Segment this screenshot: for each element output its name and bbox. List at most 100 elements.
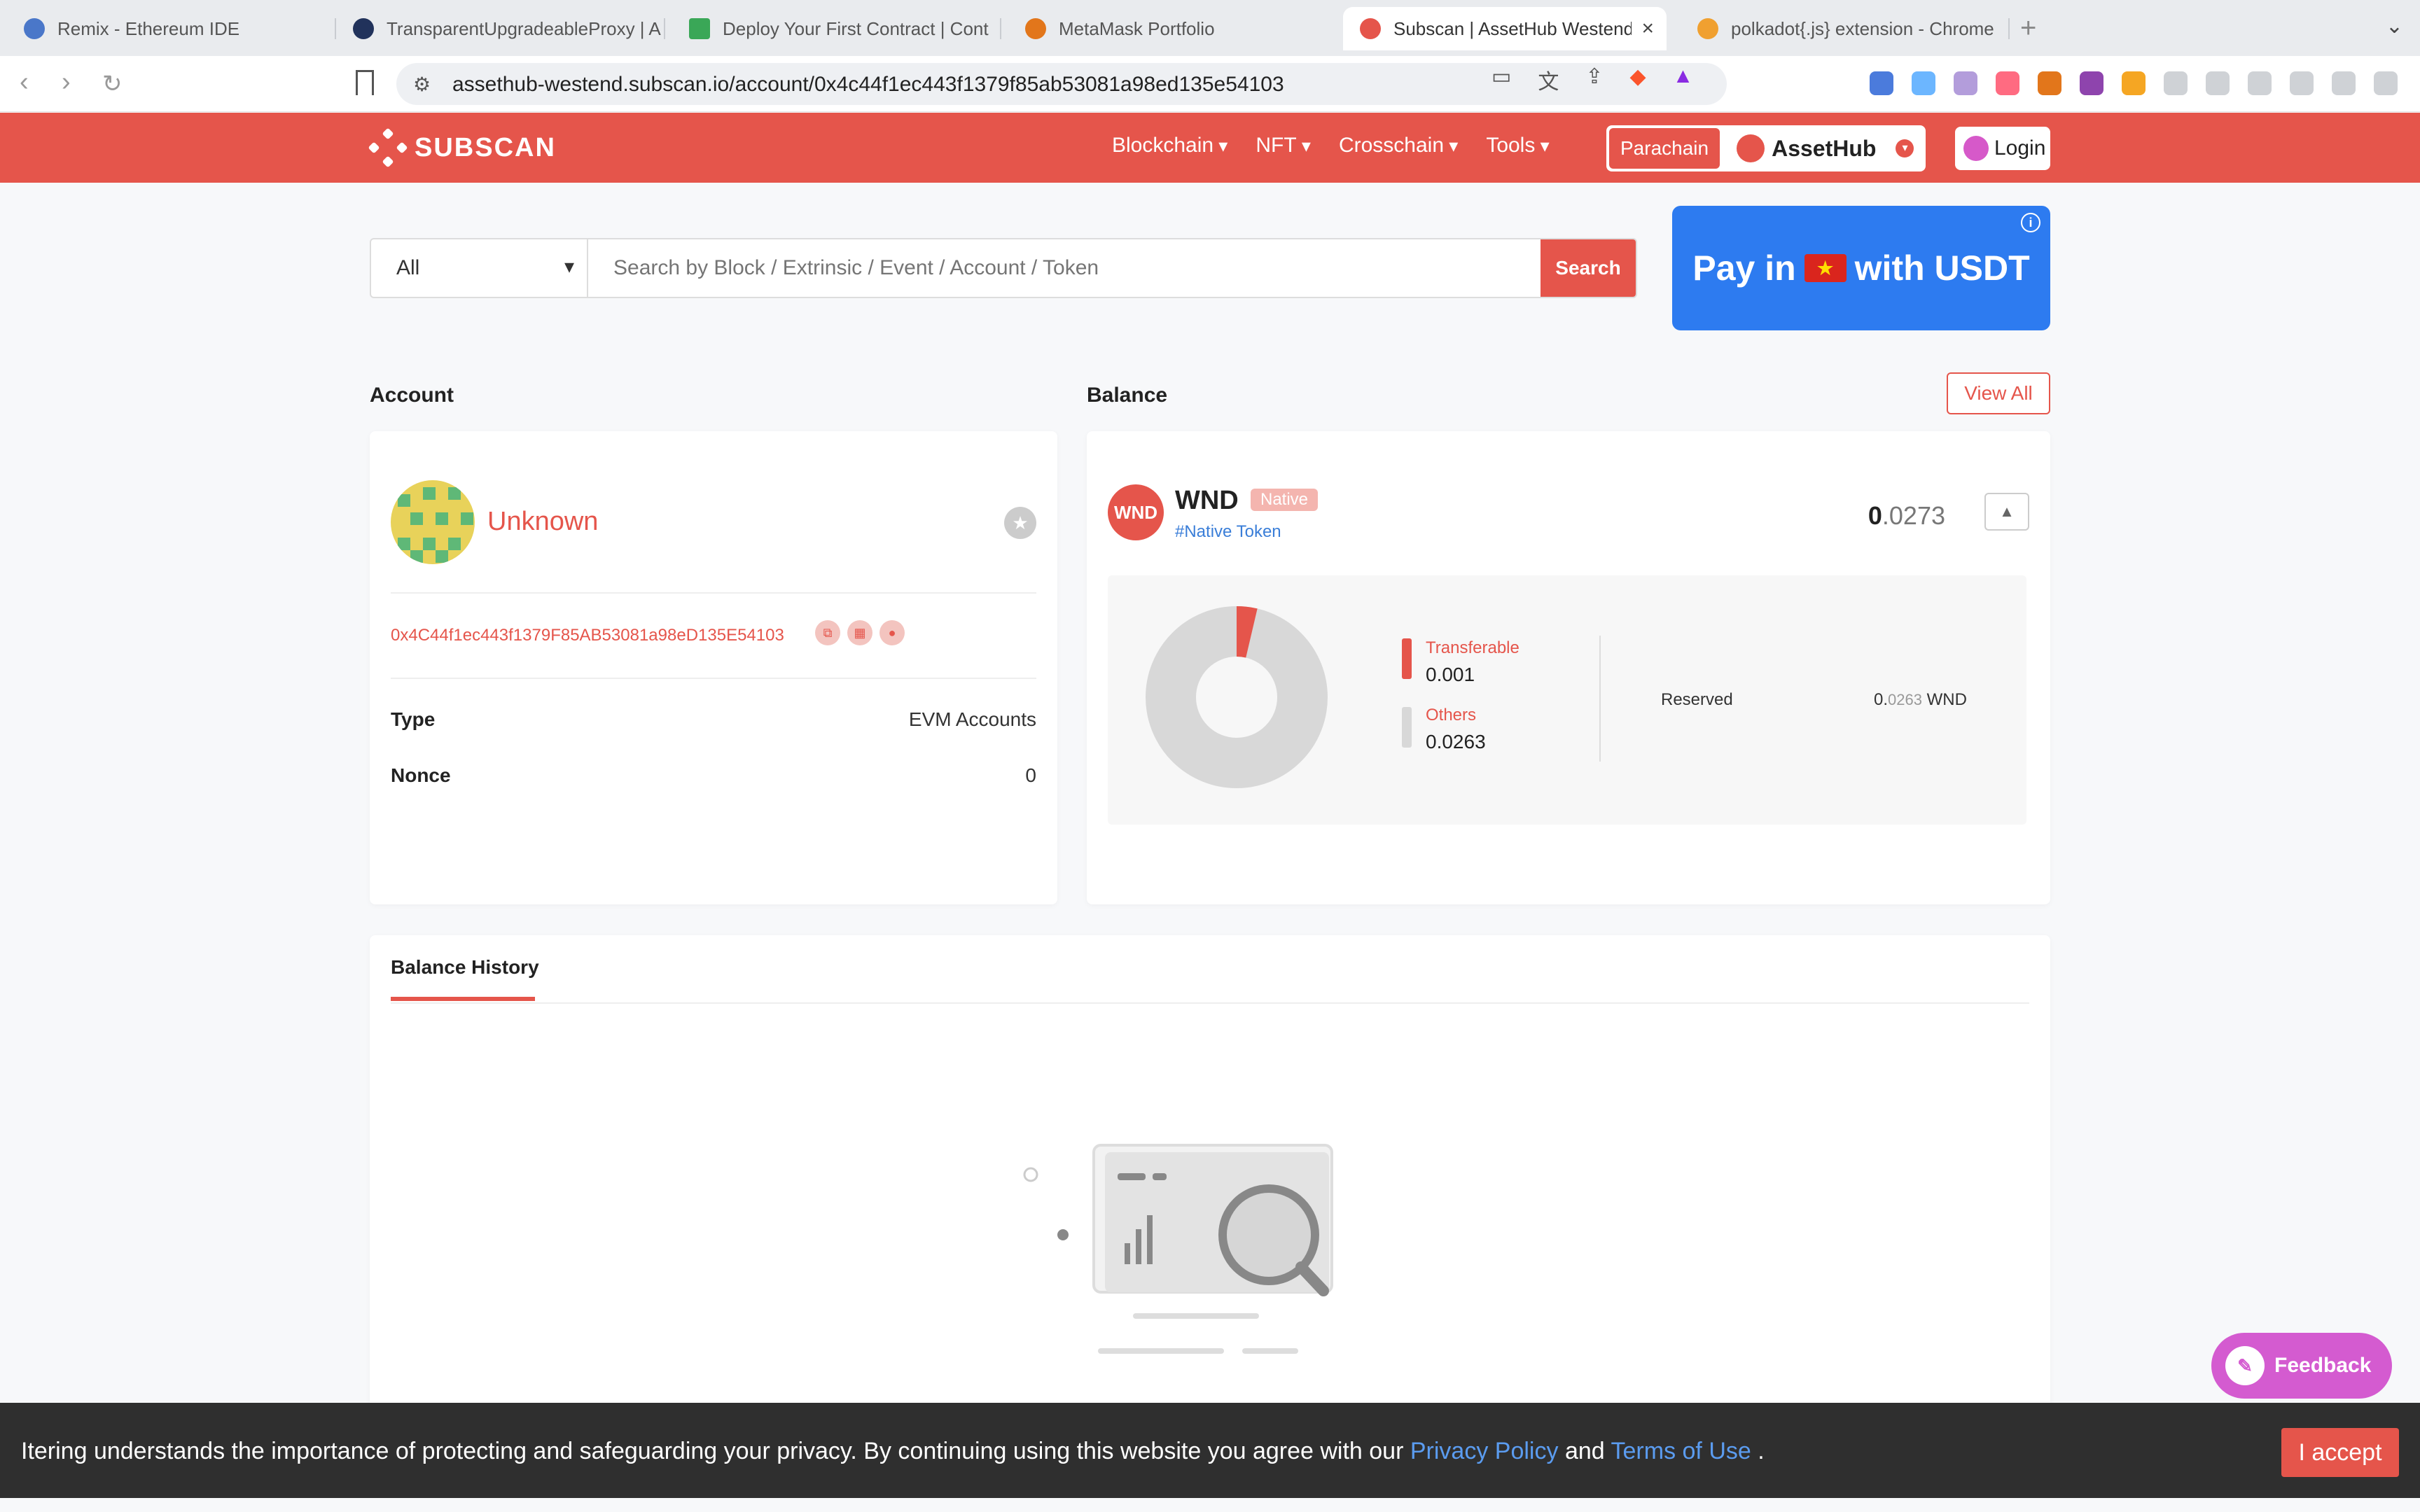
account-identicon: [391, 480, 475, 564]
tab-title: MetaMask Portfolio: [1059, 18, 1215, 39]
privacy-policy-link[interactable]: Privacy Policy: [1410, 1438, 1559, 1464]
cast-icon[interactable]: ▭: [1491, 64, 1511, 95]
info-icon[interactable]: i: [2021, 213, 2040, 232]
pencil-icon: ✎: [2225, 1346, 2265, 1385]
site-info-icon[interactable]: ⚙: [413, 73, 431, 96]
search-bar: All Search: [370, 238, 1637, 298]
menu-icon[interactable]: [2374, 71, 2398, 95]
search-button[interactable]: Search: [1541, 239, 1636, 297]
extension-icon[interactable]: [1996, 71, 2019, 95]
reserved-int: 0.: [1874, 690, 1889, 709]
ad-text-before: Pay in: [1692, 248, 1796, 288]
browser-tab-polkadot[interactable]: polkadot{.js} extension - Chrome: [1681, 7, 2010, 50]
wallet-icon[interactable]: [2248, 71, 2272, 95]
reload-icon[interactable]: ↻: [102, 70, 123, 98]
polkadot-extension-icon[interactable]: [2122, 71, 2146, 95]
metamask-extension-icon[interactable]: [2038, 71, 2061, 95]
donut-transferable-slice: [1235, 606, 1258, 658]
profile-icon[interactable]: ●: [879, 620, 905, 645]
tab-title: Deploy Your First Contract | Cont: [723, 18, 989, 39]
browser-tab-proxy[interactable]: TransparentUpgradeableProxy | A: [336, 7, 665, 50]
account-address[interactable]: 0x4C44f1ec443f1379F85AB53081a98eD135E541…: [391, 626, 784, 645]
forward-icon[interactable]: ›: [62, 67, 71, 97]
translate-icon[interactable]: 文: [1538, 64, 1559, 95]
nav-nft[interactable]: NFT: [1256, 134, 1311, 158]
feedback-label: Feedback: [2274, 1354, 2372, 1377]
brave-rewards-icon[interactable]: ▲: [1673, 64, 1694, 95]
back-icon[interactable]: ‹: [20, 67, 29, 97]
qr-code-icon[interactable]: ▦: [847, 620, 872, 645]
etherscan-favicon-icon: [353, 18, 374, 39]
extension-icon[interactable]: [1954, 71, 1977, 95]
divider: [1599, 636, 1601, 762]
balance-total-frac: .0273: [1882, 501, 1945, 530]
type-label: Type: [391, 708, 436, 730]
share-icon[interactable]: ⇪: [1585, 64, 1603, 95]
cookie-message: Itering understands the importance of pr…: [21, 1438, 1765, 1465]
leo-ai-icon[interactable]: [2290, 71, 2314, 95]
native-token-tag[interactable]: #Native Token: [1175, 522, 1281, 542]
extension-icon[interactable]: [2080, 71, 2103, 95]
subscan-logo-icon: [368, 127, 408, 168]
copy-icon[interactable]: ⧉: [815, 620, 840, 645]
accept-cookies-button[interactable]: I accept: [2281, 1428, 2399, 1477]
search-input[interactable]: [592, 239, 1538, 297]
tab-search-chevron-icon[interactable]: ⌄: [2386, 14, 2403, 38]
new-tab-icon[interactable]: +: [2020, 13, 2036, 44]
reserved-frac: 0263: [1888, 691, 1922, 708]
tab-title: Remix - Ethereum IDE: [57, 18, 240, 39]
chevron-down-icon: ▾: [1896, 139, 1914, 158]
extension-icon[interactable]: [1912, 71, 1935, 95]
docs-favicon-icon: [689, 18, 710, 39]
brave-shield-icon[interactable]: ◆: [1630, 64, 1646, 95]
login-button[interactable]: Login: [1955, 127, 2050, 170]
bookmark-icon[interactable]: [356, 70, 374, 95]
favorite-star-icon[interactable]: ★: [1004, 507, 1036, 539]
terms-of-use-link[interactable]: Terms of Use: [1611, 1438, 1751, 1464]
network-selector[interactable]: Parachain AssetHub ▾: [1606, 125, 1926, 172]
collapse-button[interactable]: ▲: [1984, 493, 2029, 531]
others-legend-swatch: [1402, 707, 1412, 748]
extension-icon[interactable]: [1870, 71, 1893, 95]
type-value: EVM Accounts: [908, 708, 1036, 730]
url-text[interactable]: assethub-westend.subscan.io/account/0x4c…: [452, 73, 1284, 97]
balance-breakdown: Transferable 0.001 Others 0.0263 Reserve…: [1108, 575, 2026, 825]
main-nav: Blockchain NFT Crosschain Tools: [1112, 134, 1550, 158]
logo-text: SUBSCAN: [415, 132, 556, 162]
transferable-value: 0.001: [1426, 664, 1475, 685]
browser-tab-deploy[interactable]: Deploy Your First Contract | Cont: [672, 7, 1001, 50]
nav-crosschain[interactable]: Crosschain: [1339, 134, 1458, 158]
tab-close-icon[interactable]: ×: [1641, 17, 1654, 41]
browser-tab-subscan[interactable]: Subscan | AssetHub Westend ×: [1343, 7, 1667, 50]
subscan-logo[interactable]: SUBSCAN: [368, 127, 556, 168]
vpn-icon[interactable]: [2332, 71, 2356, 95]
browser-tab-remix[interactable]: Remix - Ethereum IDE: [7, 7, 336, 50]
balance-history-card: Balance History: [370, 935, 2050, 1439]
token-symbol[interactable]: WND: [1175, 486, 1239, 516]
subscan-favicon-icon: [1360, 18, 1381, 39]
reserved-value: 0.0263 WND: [1874, 690, 1967, 710]
view-all-button[interactable]: View All: [1947, 372, 2050, 414]
search-category-select[interactable]: All: [371, 239, 588, 297]
usdt-ad-banner[interactable]: Pay in ★ with USDT i: [1672, 206, 2050, 330]
extensions-row: [1870, 71, 2398, 95]
divider: [391, 592, 1036, 594]
reserved-label: Reserved: [1661, 690, 1733, 709]
nav-tools[interactable]: Tools: [1486, 134, 1549, 158]
browser-tab-metamask[interactable]: MetaMask Portfolio: [1008, 7, 1337, 50]
login-label: Login: [1994, 136, 2046, 160]
balance-total-int: 0: [1868, 501, 1882, 530]
tab-balance-history[interactable]: Balance History: [391, 956, 539, 979]
account-section-title: Account: [370, 384, 454, 407]
reserved-unit: WND: [1926, 690, 1967, 709]
cookie-consent-bar: Itering understands the importance of pr…: [0, 1403, 2420, 1498]
divider: [391, 678, 1036, 679]
nav-blockchain[interactable]: Blockchain: [1112, 134, 1228, 158]
balance-section-title: Balance: [1087, 384, 1168, 407]
feedback-button[interactable]: ✎ Feedback: [2211, 1333, 2392, 1399]
balance-donut-chart: [1146, 606, 1328, 788]
browser-tab-bar: Remix - Ethereum IDE TransparentUpgradea…: [0, 0, 2420, 56]
puzzle-icon[interactable]: [2164, 71, 2188, 95]
address-actions: ⧉ ▦ ●: [815, 620, 905, 645]
sidebar-icon[interactable]: [2206, 71, 2230, 95]
